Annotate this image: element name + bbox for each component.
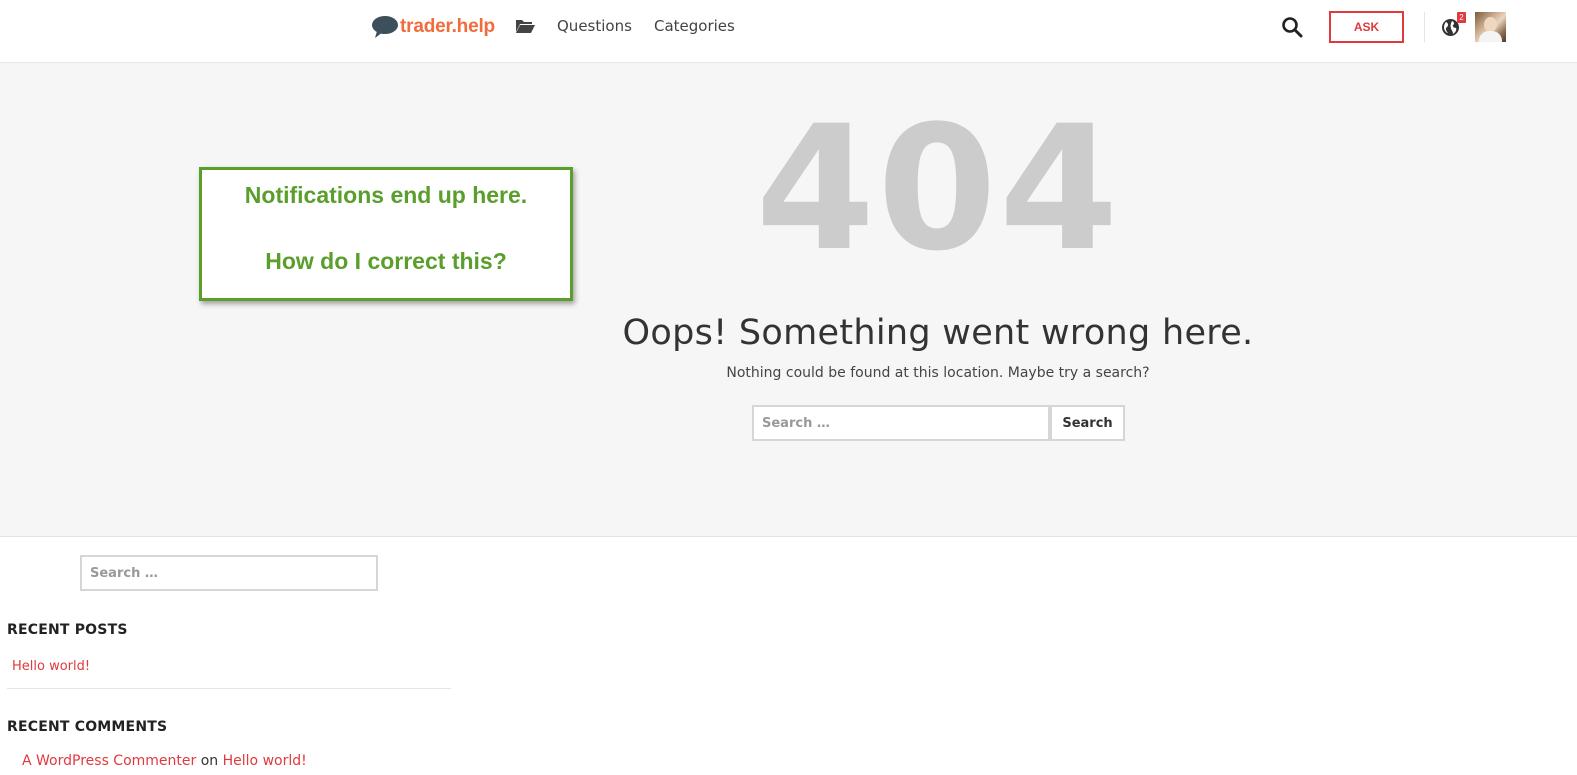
recent-post-link[interactable]: Hello world! [12, 659, 90, 674]
site-header: trader.help Questions Categories ASK 2 [0, 0, 1577, 63]
ask-button[interactable]: ASK [1329, 11, 1404, 43]
folder-icon[interactable] [515, 18, 535, 34]
notification-badge[interactable]: 2 [1457, 12, 1466, 23]
recent-comment-item: A WordPress Commenter on Hello world! [22, 753, 307, 769]
annotation-line-2: How do I correct this? [265, 248, 507, 274]
comment-author-link[interactable]: A WordPress Commenter [22, 753, 196, 769]
logo-bubble-icon [372, 16, 398, 38]
comment-joiner: on [200, 753, 219, 769]
recent-comments-title: RECENT COMMENTS [7, 719, 168, 735]
site-logo[interactable]: trader.help [371, 13, 495, 41]
comment-post-link[interactable]: Hello world! [223, 753, 307, 769]
nav-questions[interactable]: Questions [557, 17, 632, 35]
avatar[interactable] [1475, 12, 1506, 42]
hero-search-button[interactable]: Search [1050, 405, 1125, 441]
widget-divider [7, 688, 451, 689]
annotation-box: Notifications end up here. How do I corr… [199, 167, 573, 301]
avatar-face [1484, 17, 1497, 32]
hero-search-input[interactable] [752, 405, 1050, 441]
avatar-body [1479, 31, 1502, 42]
annotation-line-1: Notifications end up here. [244, 182, 528, 208]
nav-categories[interactable]: Categories [654, 17, 735, 35]
error-subtitle: Nothing could be found at this location.… [726, 365, 1150, 381]
error-title: Oops! Something went wrong here. [622, 313, 1254, 353]
sidebar-search-input[interactable] [80, 555, 378, 591]
header-divider [1424, 12, 1425, 42]
search-icon[interactable] [1281, 16, 1303, 38]
recent-posts-title: RECENT POSTS [7, 622, 128, 638]
logo-text: trader.help [400, 16, 495, 37]
